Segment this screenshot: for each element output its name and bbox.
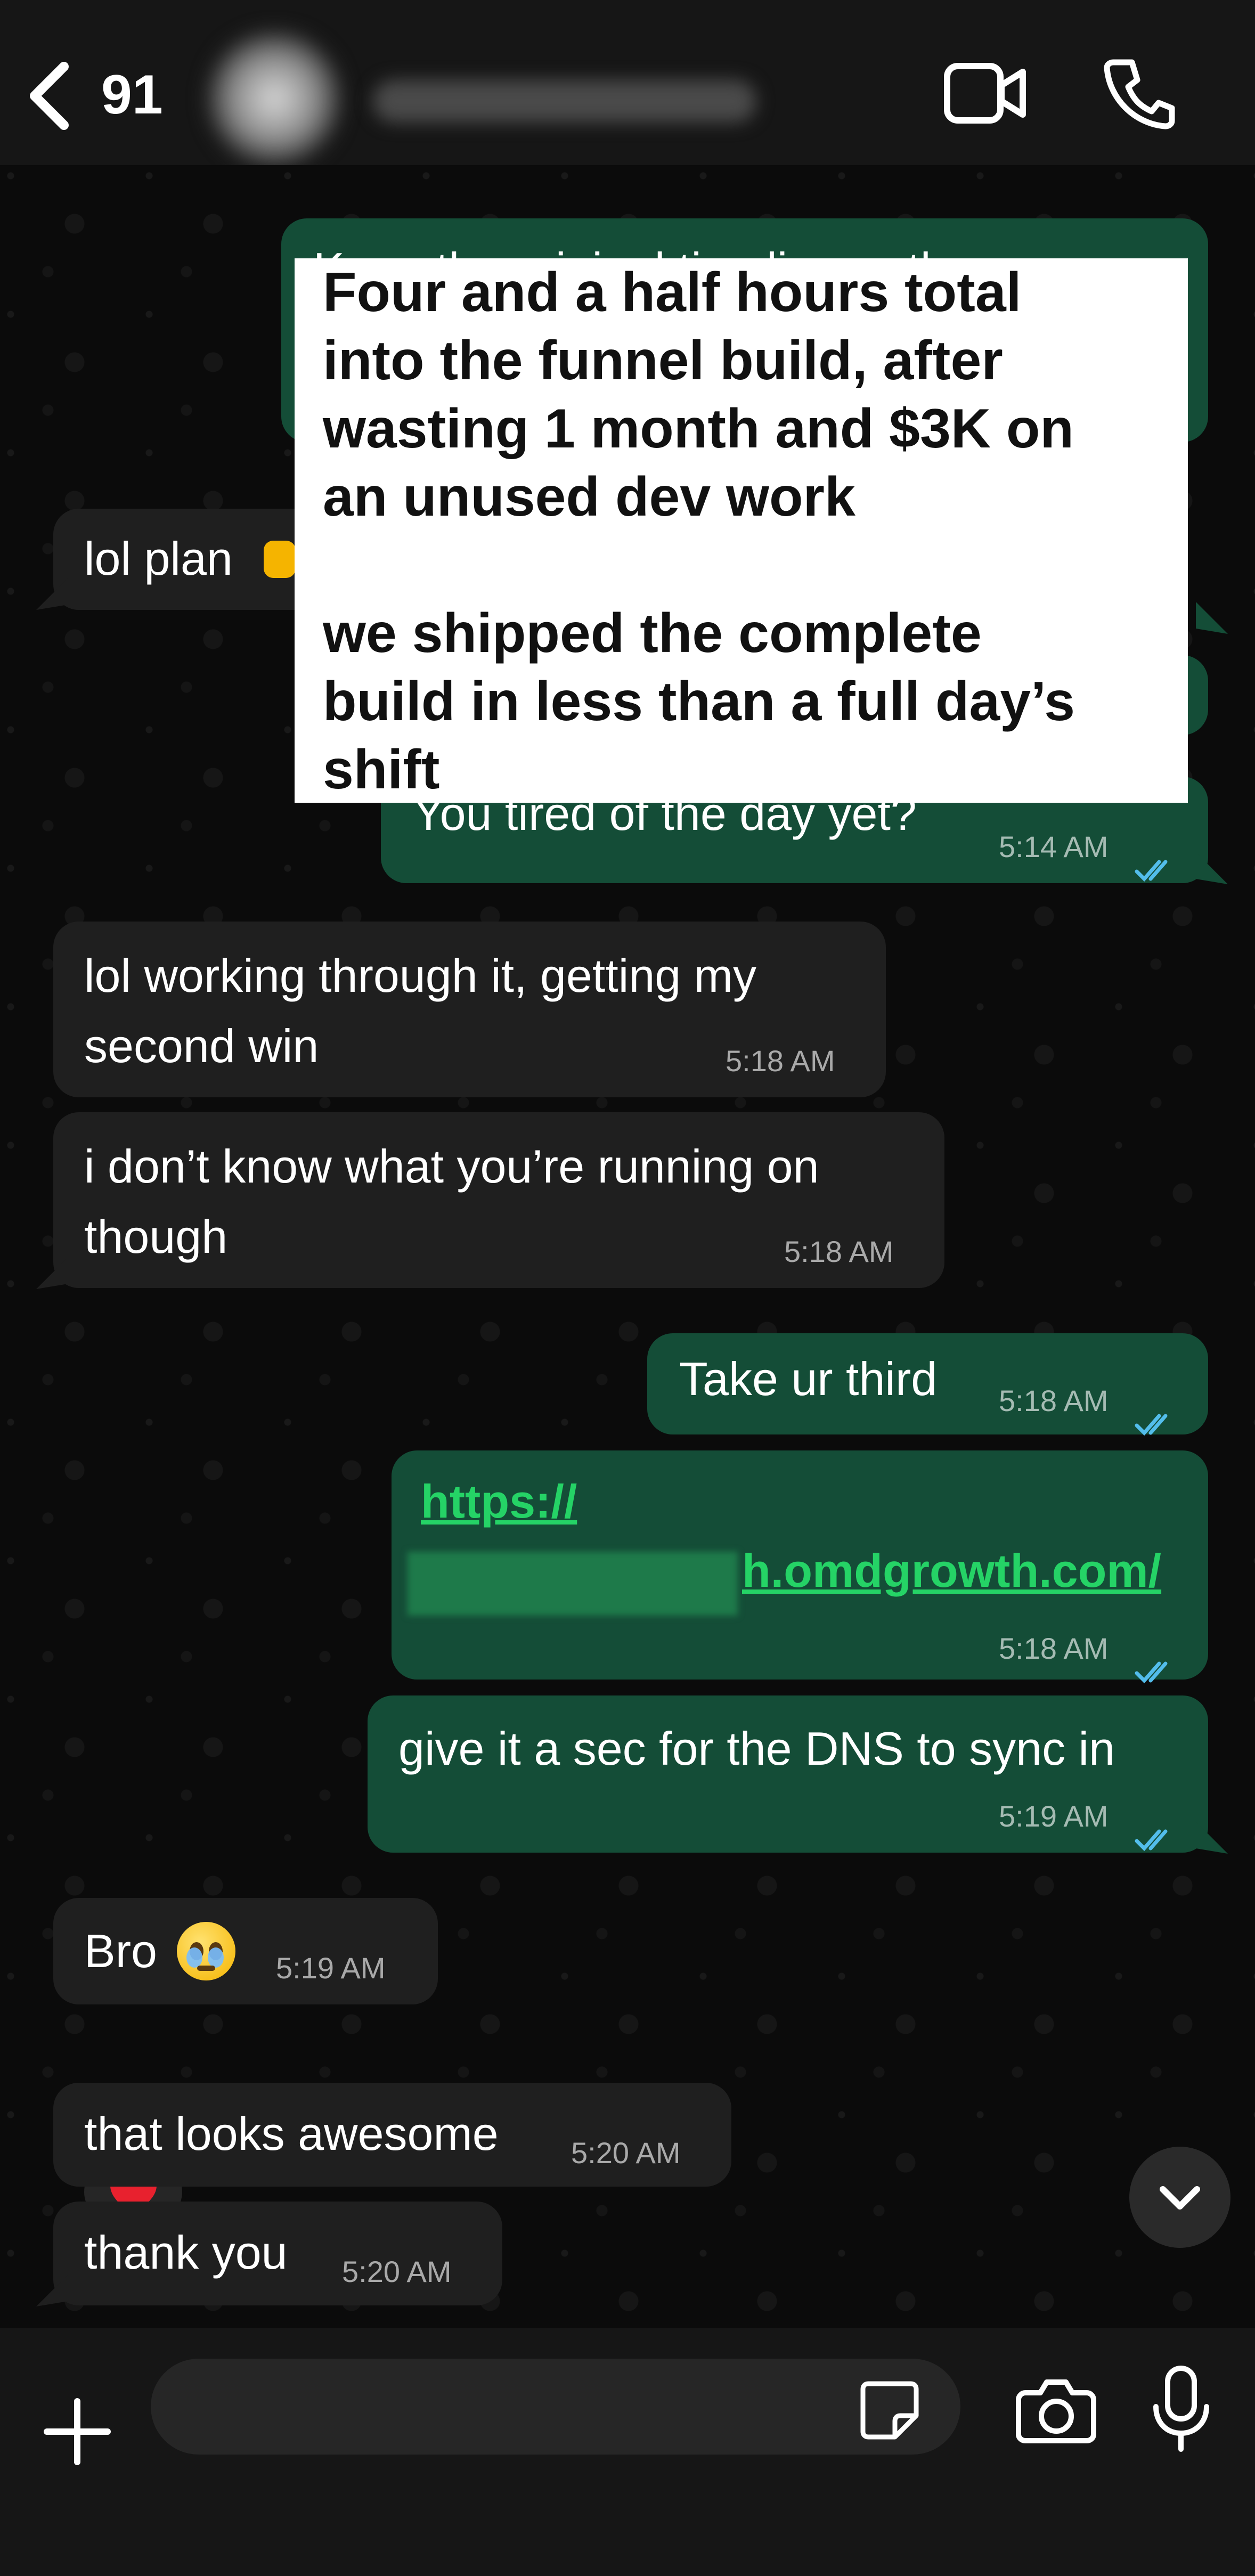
message-bubble-incoming[interactable]: i don’t know what you’re running on thou…	[53, 1112, 944, 1288]
message-text-line: second win	[84, 1020, 319, 1072]
bubble-tail	[36, 1257, 68, 1289]
bubble-tail	[36, 578, 68, 610]
bubble-tail	[1196, 602, 1228, 634]
thumbs-up-emoji	[264, 541, 296, 578]
message-text: that looks awesome	[84, 2107, 499, 2160]
read-receipt-icon	[1135, 1634, 1179, 1684]
microphone-icon	[1153, 2366, 1209, 2452]
chevron-down-icon	[1160, 2186, 1200, 2210]
overlay-note-card: Four and a half hours total into the fun…	[295, 258, 1188, 803]
message-time: 5:18 AM	[784, 1235, 894, 1268]
pleading-face-emoji	[177, 1922, 235, 1980]
voice-message-button[interactable]	[1151, 2365, 1212, 2453]
note-line: build in less than a full day’s	[323, 671, 1075, 732]
unread-count[interactable]: 91	[101, 63, 163, 127]
phone-icon	[1104, 59, 1175, 129]
message-composer	[0, 2328, 1255, 2576]
bubble-tail	[1196, 852, 1228, 884]
read-receipt-icon	[1135, 1386, 1179, 1436]
back-button[interactable]	[21, 59, 75, 133]
note-line: into the funnel build, after	[323, 330, 1003, 392]
sticker-button[interactable]	[858, 2378, 922, 2442]
read-receipt-icon	[1135, 1801, 1179, 1852]
message-bubble-incoming[interactable]: lol working through it, getting my secon…	[53, 922, 886, 1097]
message-bubble-incoming[interactable]: Bro 5:19 AM	[53, 1898, 438, 2004]
redacted-link-segment	[408, 1552, 738, 1616]
message-bubble-incoming[interactable]: thank you 5:20 AM	[53, 2202, 502, 2305]
message-text: give it a sec for the DNS to sync in	[398, 1722, 1115, 1775]
message-time: 5:20 AM	[342, 2255, 452, 2288]
plus-icon	[44, 2398, 111, 2465]
message-time: 5:20 AM	[571, 2136, 681, 2170]
message-text: Take ur third	[679, 1352, 938, 1405]
scroll-to-bottom-button[interactable]	[1129, 2147, 1230, 2248]
message-bubble-outgoing[interactable]: Take ur third 5:18 AM	[647, 1333, 1208, 1436]
message-time: 5:18 AM	[726, 1044, 835, 1078]
message-text: Bro	[84, 1925, 157, 1977]
message-input[interactable]	[151, 2359, 960, 2455]
message-link-line[interactable]: h.omdgrowth.com/	[742, 1536, 1161, 1606]
message-text-line: lol working through it, getting my	[84, 949, 756, 1002]
video-call-button[interactable]	[943, 59, 1028, 128]
voice-call-button[interactable]	[1103, 56, 1177, 131]
message-bubble-outgoing[interactable]: give it a sec for the DNS to sync in 5:1…	[368, 1695, 1208, 1853]
message-bubble-incoming[interactable]: that looks awesome 5:20 AM	[53, 2083, 731, 2187]
chevron-left-icon	[30, 62, 69, 130]
message-time: 5:19 AM	[276, 1951, 386, 1985]
camera-icon	[1016, 2379, 1096, 2443]
message-link-line[interactable]: https://	[421, 1466, 577, 1537]
note-line: wasting 1 month and $3K on	[323, 398, 1074, 460]
note-line: we shipped the complete	[323, 602, 982, 664]
message-text: lol plan	[84, 532, 233, 585]
message-text-line: i don’t know what you’re running on	[84, 1140, 819, 1193]
bubble-tail	[1196, 1822, 1228, 1854]
message-time: 5:18 AM	[999, 1632, 1109, 1665]
chat-header: 91	[0, 0, 1255, 165]
attach-button[interactable]	[43, 2397, 112, 2466]
note-line: shift	[323, 739, 440, 801]
message-bubble-outgoing-link[interactable]: https:// h.omdgrowth.com/ 5:18 AM	[392, 1450, 1208, 1684]
message-time: 5:19 AM	[999, 1799, 1109, 1833]
contact-name-redacted[interactable]	[373, 80, 756, 123]
note-line: an unused dev work	[323, 466, 855, 528]
message-text-line: though	[84, 1210, 228, 1263]
bubble-tail	[36, 2275, 68, 2306]
message-time: 5:18 AM	[999, 1384, 1109, 1417]
read-receipt-icon	[1135, 832, 1179, 882]
camera-button[interactable]	[1015, 2376, 1097, 2445]
sticker-icon	[860, 2381, 919, 2440]
contact-avatar[interactable]	[208, 32, 341, 165]
message-text: thank you	[84, 2226, 288, 2279]
video-camera-icon	[944, 63, 1026, 124]
note-spacer	[323, 531, 1188, 599]
message-time: 5:14 AM	[999, 830, 1109, 863]
note-line: Four and a half hours total	[323, 262, 1022, 323]
